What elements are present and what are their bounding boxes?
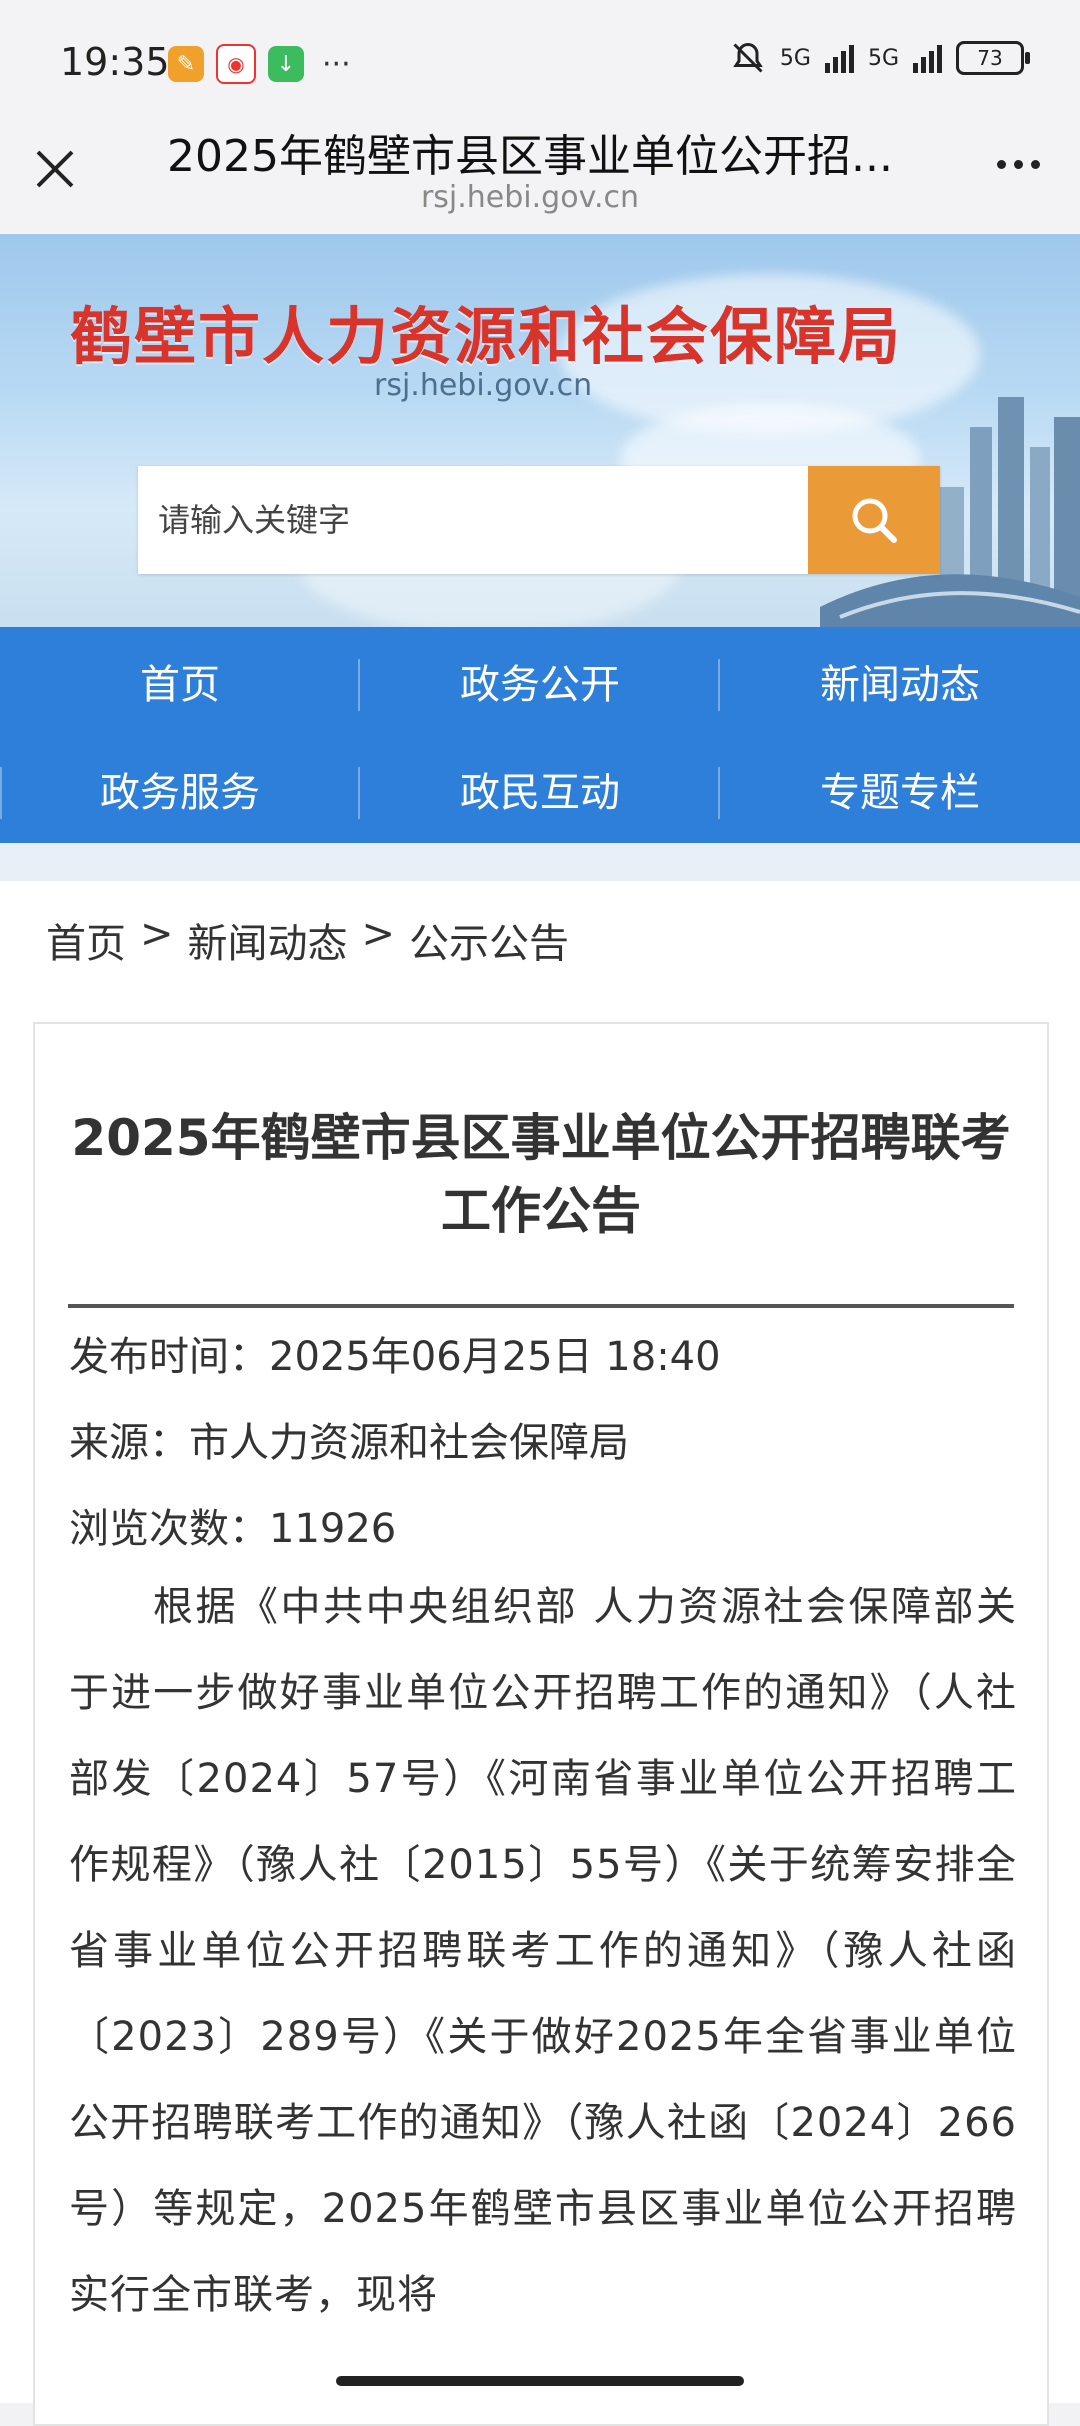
network-5g-label: 5G [779, 45, 811, 71]
browser-toolbar: 2025年鹤壁市县区事业单位公开招... rsj.hebi.gov.cn [0, 120, 1080, 234]
article-source: 来源：市人力资源和社会保障局 [69, 1420, 629, 1466]
status-time: 19:35 [60, 40, 170, 84]
battery-icon: 73 [956, 41, 1030, 75]
more-options-button[interactable] [997, 160, 1040, 169]
article-publish-time: 发布时间：2025年06月25日 18:40 [69, 1334, 721, 1380]
home-indicator[interactable] [336, 2376, 744, 2386]
battery-level: 73 [977, 46, 1003, 70]
breadcrumb: 首页 > 新闻动态 > 公示公告 [46, 911, 569, 969]
article-card: 2025年鹤壁市县区事业单位公开招聘联考工作公告 发布时间：2025年06月25… [33, 1022, 1049, 2426]
site-brand-title: 鹤壁市人力资源和社会保障局 [70, 300, 903, 373]
menu-item-interaction[interactable]: 政民互动 [360, 735, 720, 843]
article-body: 根据《中共中央组织部 人力资源社会保障部关于进一步做好事业单位公开招聘工作的通知… [69, 1584, 1017, 2318]
network-5g-label-2: 5G [867, 45, 899, 71]
more-notifications-icon: ··· [322, 46, 351, 82]
mute-bell-icon [733, 42, 763, 73]
more-dot-icon [1031, 160, 1040, 169]
breadcrumb-area: 首页 > 新闻动态 > 公示公告 [0, 881, 1080, 991]
main-menu: 首页 政务公开 新闻动态 政务服务 政民互动 专题专栏 [0, 627, 1080, 843]
status-bar: 19:35 ✎ ◉ ↓ ··· 5G 5G 73 [0, 0, 1080, 120]
breadcrumb-separator: > [361, 911, 396, 957]
weibo-icon: ◉ [216, 44, 256, 84]
breadcrumb-news[interactable]: 新闻动态 [188, 911, 348, 969]
download-icon: ↓ [268, 46, 304, 82]
search-bar [138, 466, 940, 574]
breadcrumb-home[interactable]: 首页 [46, 911, 126, 969]
page-title: 2025年鹤壁市县区事业单位公开招... [167, 131, 893, 182]
signal-icon-2 [913, 43, 942, 73]
site-brand-url: rsj.hebi.gov.cn [374, 368, 593, 403]
breadcrumb-separator: > [140, 911, 174, 957]
close-button[interactable] [28, 142, 82, 196]
close-icon [36, 150, 74, 188]
page-url: rsj.hebi.gov.cn [420, 180, 640, 215]
article-title: 2025年鹤壁市县区事业单位公开招聘联考工作公告 [71, 1109, 1011, 1240]
menu-item-home[interactable]: 首页 [0, 627, 360, 735]
more-dot-icon [997, 160, 1006, 169]
breadcrumb-current[interactable]: 公示公告 [409, 911, 569, 969]
search-icon [852, 498, 897, 543]
notification-icons: ✎ ◉ ↓ ··· [168, 44, 351, 84]
search-input[interactable] [138, 466, 808, 574]
signal-icon [824, 43, 854, 73]
divider [0, 843, 1080, 881]
title-divider [68, 1304, 1014, 1308]
article-views: 浏览次数：11926 [69, 1506, 397, 1552]
menu-item-special-topics[interactable]: 专题专栏 [720, 735, 1080, 843]
menu-item-government-affairs[interactable]: 政务公开 [360, 627, 720, 735]
menu-item-news[interactable]: 新闻动态 [720, 627, 1080, 735]
system-icons: 5G 5G 73 [730, 40, 1030, 76]
menu-item-services[interactable]: 政务服务 [0, 735, 360, 843]
app-notification-icon: ✎ [168, 46, 204, 82]
site-banner: 鹤壁市人力资源和社会保障局 rsj.hebi.gov.cn [0, 234, 1080, 627]
more-dot-icon [1014, 160, 1023, 169]
search-button[interactable] [808, 466, 940, 574]
